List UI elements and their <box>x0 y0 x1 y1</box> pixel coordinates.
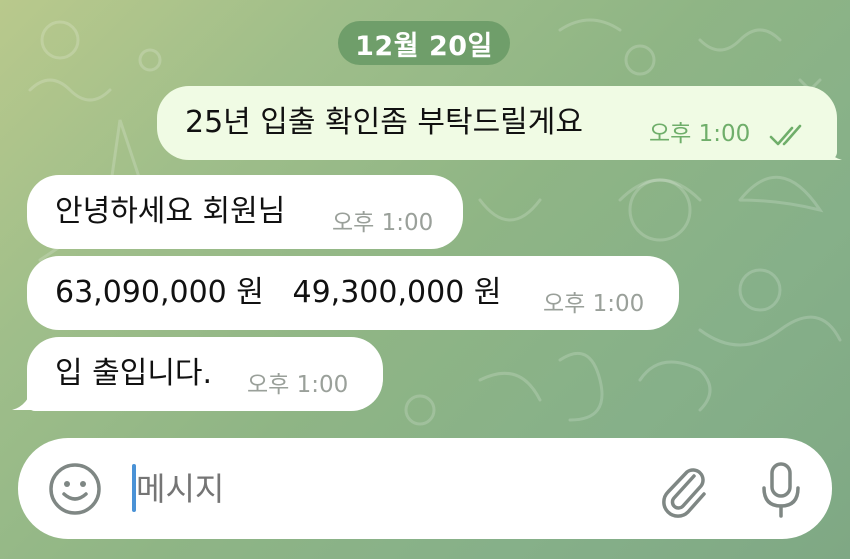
message-time: 오후 1:00 <box>543 291 645 317</box>
message-bubble-incoming[interactable]: 63,090,000 원 49,300,000 원 오후 1:00 <box>27 256 679 330</box>
message-text: 안녕하세요 회원님 <box>55 194 286 229</box>
message-bubble-outgoing[interactable]: 25년 입출 확인좀 부탁드릴게요 오후 1:00 <box>157 86 837 160</box>
date-separator: 12월 20일 <box>338 21 510 65</box>
message-text: 입 출입니다. <box>55 356 213 391</box>
message-bubble-incoming[interactable]: 안녕하세요 회원님 오후 1:00 <box>27 175 463 249</box>
microphone-icon[interactable] <box>752 458 810 520</box>
message-time: 오후 1:00 <box>332 210 434 236</box>
message-time: 오후 1:00 <box>247 372 349 398</box>
paperclip-icon[interactable] <box>654 460 712 518</box>
message-bubble-incoming[interactable]: 입 출입니다. 오후 1:00 <box>27 337 383 411</box>
message-text: 25년 입출 확인좀 부탁드릴게요 <box>185 105 583 140</box>
message-input[interactable] <box>134 460 638 518</box>
smiley-icon[interactable] <box>46 460 104 518</box>
message-time: 오후 1:00 <box>649 121 751 147</box>
message-text: 63,090,000 원 49,300,000 원 <box>55 275 502 310</box>
read-double-check-icon <box>769 124 802 146</box>
message-composer <box>18 438 832 539</box>
